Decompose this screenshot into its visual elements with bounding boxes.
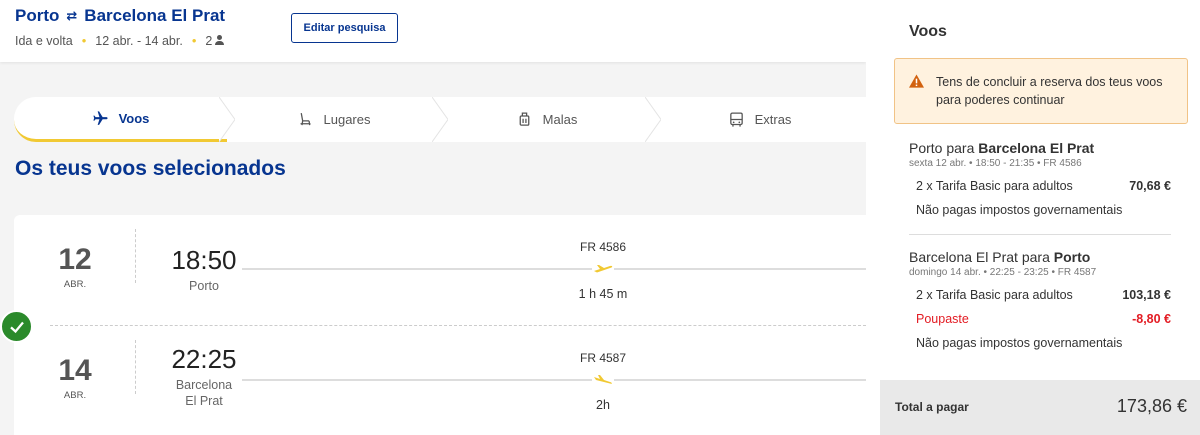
round-trip-icon: ⇄ [66,8,78,23]
tax-note: Não pagas impostos governamentais [916,203,1123,217]
step-separator [432,97,448,142]
fare-line: 2 x Tarifa Basic para adultos 70,68 € [916,179,1171,193]
inbound-summary: Barcelona El Prat para Porto domingo 14 … [909,249,1171,350]
leg-subtitle: sexta 12 abr. • 18:50 - 21:35 • FR 4586 [909,158,1082,169]
leg-subtitle: domingo 14 abr. • 22:25 - 23:25 • FR 458… [909,267,1097,278]
trip-meta: Ida e volta • 12 abr. - 14 abr. • 2 [15,33,225,48]
plane-icon [92,110,108,125]
tab-lugares[interactable]: Lugares [227,97,448,142]
flight-list: 12 ABR. 18:50 Porto FR 4586 1 h 45 m 14 … [14,215,866,435]
leg-title: Porto para Barcelona El Prat [909,140,1095,156]
tab-label: Voos [118,110,150,126]
flight-duration: 2h [596,398,610,412]
passenger-count: 2 [205,34,225,48]
leg-title: Barcelona El Prat para Porto [909,249,1091,265]
booking-steps: Voos Lugares Malas Extras [14,97,866,142]
summary-divider [909,234,1171,235]
plane-landing-icon [592,375,614,385]
trip-dates: 12 abr. - 14 abr. [95,33,183,48]
flight-number: FR 4587 [579,351,627,365]
total-label: Total a pagar [895,400,969,414]
step-separator [219,97,235,142]
step-separator [645,97,661,142]
flight-track [242,268,866,270]
warning-banner: Tens de concluir a reserva dos teus voos… [894,58,1188,124]
saving-line: Poupaste -8,80 € [916,312,1171,326]
tab-extras[interactable]: Extras [653,97,866,142]
fare-line: 2 x Tarifa Basic para adultos 103,18 € [916,288,1171,302]
tab-label: Lugares [323,112,371,127]
departure-info: 18:50 Porto [154,215,254,294]
tab-voos[interactable]: Voos [14,97,235,142]
trip-header: Porto ⇄ Barcelona El Prat Ida e volta • … [0,0,866,62]
date-divider [135,229,136,283]
flight-month: ABR. [63,279,87,290]
departure-city: Barcelona El Prat [175,378,233,408]
flight-number: FR 4586 [579,240,627,254]
warning-icon [909,74,924,88]
departure-time: 18:50 [171,245,237,275]
edit-search-button[interactable]: Editar pesquisa [291,13,398,43]
departure-info: 22:25 Barcelona El Prat [154,326,254,409]
panel-title: Voos [909,23,947,40]
destination-city: Barcelona El Prat [84,6,226,25]
warning-text: Tens de concluir a reserva dos teus voos… [936,75,1163,107]
flight-day: 12 [58,243,92,276]
route-title: Porto ⇄ Barcelona El Prat [15,6,225,26]
departure-time: 22:25 [171,344,237,374]
trip-type: Ida e volta [15,33,73,48]
luggage-icon [519,112,530,126]
summary-panel: Voos Tens de concluir a reserva dos teus… [866,0,1200,435]
flight-row-outbound[interactable]: 12 ABR. 18:50 Porto FR 4586 1 h 45 m [14,215,866,310]
total-value: 173,86 € [1116,396,1187,416]
departure-city: Porto [189,279,219,293]
flight-month: ABR. [63,390,87,401]
flight-track [242,379,866,381]
page-title: Os teus voos selecionados [15,157,286,180]
origin-city: Porto [15,6,60,25]
plane-takeoff-icon [592,264,614,274]
separator-dot: • [81,33,87,48]
tab-label: Malas [542,112,578,127]
tab-label: Extras [754,112,792,127]
tax-note: Não pagas impostos governamentais [916,336,1123,350]
flight-date: 12 ABR. [14,215,136,310]
outbound-summary: Porto para Barcelona El Prat sexta 12 ab… [909,140,1171,217]
total-bar: Total a pagar 173,86 € [880,380,1200,435]
seat-icon [300,113,310,126]
date-divider [135,340,136,394]
flight-day: 14 [58,354,92,387]
selected-check-icon [0,310,33,343]
separator-dot: • [191,33,197,48]
bus-icon [729,112,743,127]
flight-date: 14 ABR. [14,326,136,421]
flight-duration: 1 h 45 m [578,287,628,301]
tab-malas[interactable]: Malas [440,97,661,142]
person-icon [215,34,225,45]
flight-row-inbound[interactable]: 14 ABR. 22:25 Barcelona El Prat FR 4587 2… [14,326,866,421]
